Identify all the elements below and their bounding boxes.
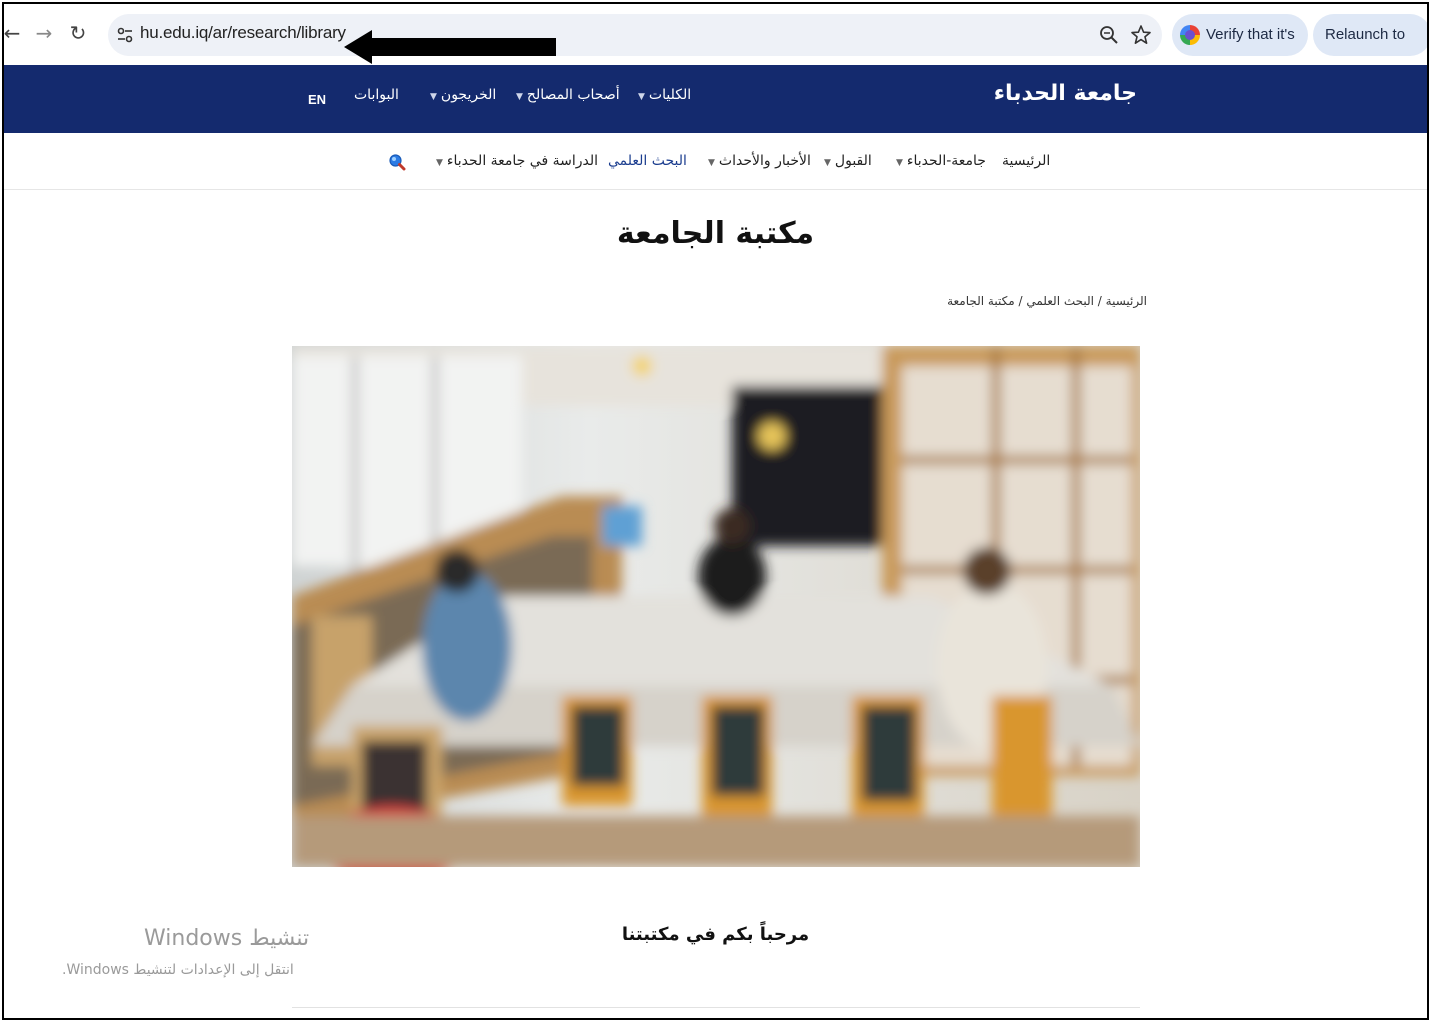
verify-identity-button[interactable]: Verify that it's you <box>1172 14 1308 85</box>
top-menu-stakeholders[interactable]: أصحاب المصالح▼ <box>516 87 620 103</box>
nav-item-admission[interactable]: القبول▼ <box>824 153 872 169</box>
forward-icon[interactable]: → <box>32 20 56 46</box>
site-settings-icon[interactable] <box>116 26 134 44</box>
top-menu-alumni[interactable]: الخريجون▼ <box>430 87 496 103</box>
windows-activation-title: تنشيط Windows <box>144 926 310 951</box>
breadcrumb[interactable]: الرئيسية / البحث العلمي / مكتبة الجامعة <box>947 294 1147 308</box>
chevron-down-icon: ▼ <box>708 158 715 168</box>
main-nav: الرئيسية جامعة-الحدباء▼ القبول▼ الأخبار … <box>4 134 1427 190</box>
nav-item-news-events[interactable]: الأخبار والأحداث▼ <box>708 153 811 169</box>
bookmark-star-icon[interactable] <box>1130 24 1152 46</box>
site-brand[interactable]: جامعة الحدباء <box>994 81 1137 106</box>
chevron-down-icon: ▼ <box>824 158 831 168</box>
content-divider <box>292 1007 1140 1008</box>
browser-window: ← → ↻ hu.edu.iq/ar/research/library Veri… <box>2 2 1429 1020</box>
top-menu-portals[interactable]: البوابات <box>354 87 399 103</box>
nav-item-home[interactable]: الرئيسية <box>1002 153 1050 169</box>
url-text[interactable]: hu.edu.iq/ar/research/library <box>140 23 346 43</box>
nav-item-university[interactable]: جامعة-الحدباء▼ <box>896 153 986 169</box>
profile-icon <box>1180 25 1200 45</box>
search-icon[interactable] <box>388 153 406 171</box>
nav-item-study[interactable]: الدراسة في جامعة الحدباء▼ <box>436 153 598 169</box>
address-bar[interactable]: hu.edu.iq/ar/research/library <box>108 14 1162 56</box>
chevron-down-icon: ▼ <box>516 92 523 102</box>
language-toggle[interactable]: EN <box>308 92 326 107</box>
windows-activation-subtitle: انتقل إلى الإعدادات لتنشيط Windows. <box>62 962 294 978</box>
relaunch-button[interactable]: Relaunch to update <box>1313 14 1427 85</box>
nav-item-research[interactable]: البحث العلمي <box>608 153 687 169</box>
chevron-down-icon: ▼ <box>430 92 437 102</box>
site-topbar: جامعة الحدباء الكليات▼ أصحاب المصالح▼ ال… <box>4 65 1427 133</box>
chevron-down-icon: ▼ <box>436 158 443 168</box>
annotation-arrow <box>344 30 556 64</box>
browser-toolbar: ← → ↻ hu.edu.iq/ar/research/library Veri… <box>4 4 1427 85</box>
chevron-down-icon: ▼ <box>638 92 645 102</box>
page-title: مكتبة الجامعة <box>616 216 815 251</box>
back-icon[interactable]: ← <box>4 20 24 46</box>
library-hero-image <box>292 346 1140 867</box>
chevron-down-icon: ▼ <box>896 158 903 168</box>
top-menu-colleges[interactable]: الكليات▼ <box>638 87 691 103</box>
zoom-icon[interactable] <box>1098 24 1120 46</box>
reload-icon[interactable]: ↻ <box>66 20 90 46</box>
